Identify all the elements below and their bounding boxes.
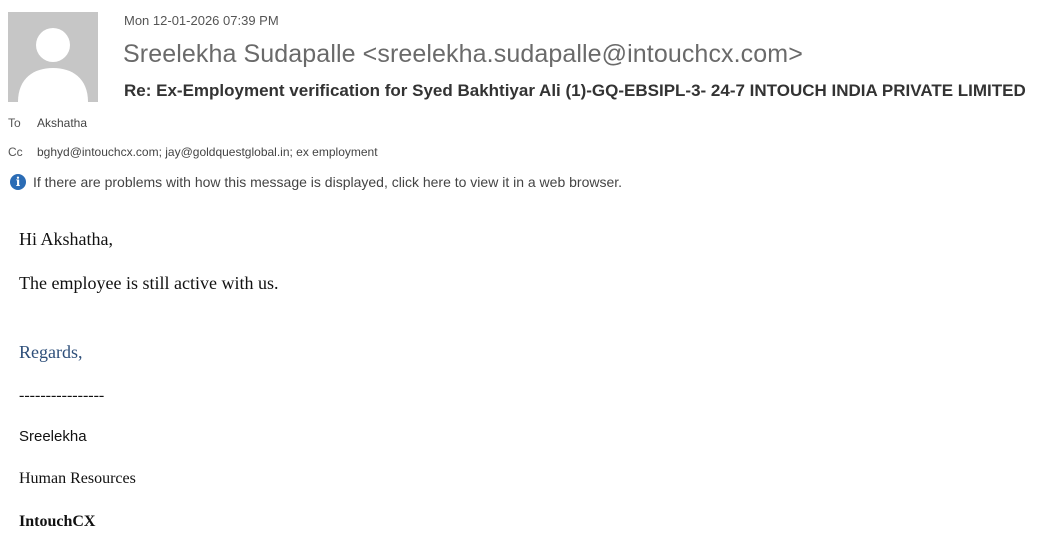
to-recipients[interactable]: Akshatha bbox=[37, 116, 87, 130]
regards: Regards, bbox=[19, 342, 83, 362]
to-label: To bbox=[8, 116, 21, 130]
signature-name: Sreelekha bbox=[19, 428, 87, 445]
person-placeholder-icon bbox=[8, 12, 98, 102]
cc-label: Cc bbox=[8, 145, 23, 159]
infobar-text[interactable]: If there are problems with how this mess… bbox=[33, 174, 622, 190]
sender-avatar bbox=[8, 12, 98, 102]
greeting: Hi Akshatha, bbox=[19, 229, 113, 249]
signature-separator: ---------------- bbox=[19, 387, 105, 404]
message-subject: Re: Ex-Employment verification for Syed … bbox=[124, 81, 1026, 100]
info-icon: i bbox=[10, 174, 26, 190]
signature-company: IntouchCX bbox=[19, 513, 96, 530]
message-date: Mon 12-01-2026 07:39 PM bbox=[124, 13, 279, 28]
sender-name[interactable]: Sreelekha Sudapalle <sreelekha.sudapalle… bbox=[123, 40, 803, 69]
display-problem-infobar[interactable]: i If there are problems with how this me… bbox=[10, 172, 622, 192]
signature-department: Human Resources bbox=[19, 470, 136, 487]
message-line: The employee is still active with us. bbox=[19, 273, 279, 293]
cc-recipients[interactable]: bghyd@intouchcx.com; jay@goldquestglobal… bbox=[37, 145, 378, 159]
